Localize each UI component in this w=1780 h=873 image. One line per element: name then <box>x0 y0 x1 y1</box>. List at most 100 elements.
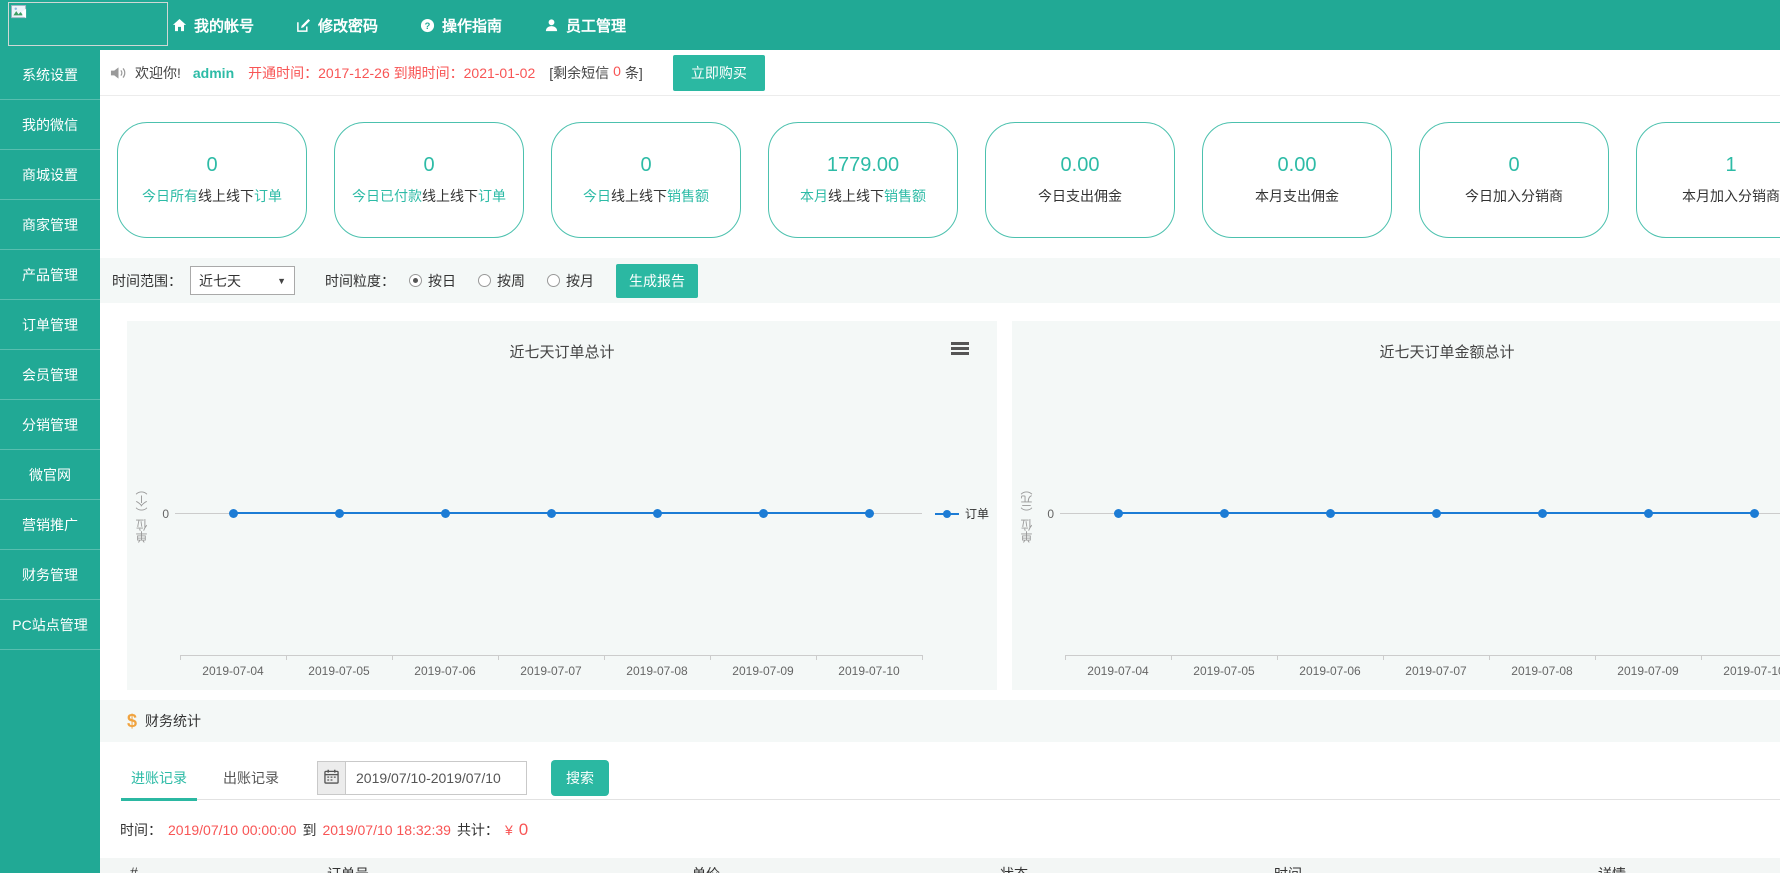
sidebar-item-marketing-promotion[interactable]: 营销推广 <box>0 500 100 550</box>
x-axis-label: 2019-07-06 <box>1299 664 1360 678</box>
buy-now-button[interactable]: 立即购买 <box>673 55 765 91</box>
data-point[interactable] <box>1220 509 1229 518</box>
sidebar-item-mall-settings[interactable]: 商城设置 <box>0 150 100 200</box>
granularity-option-2[interactable]: 按月 <box>547 271 594 291</box>
topnav-my-account[interactable]: 我的帐号 <box>172 15 254 36</box>
filter-bar: 时间范围： 近七天 ▼ 时间粒度： 按日按周按月 生成报告 <box>100 258 1780 303</box>
data-point[interactable] <box>1114 509 1123 518</box>
sidebar-item-system-settings[interactable]: 系统设置 <box>0 50 100 100</box>
stat-card-5[interactable]: 0.00本月支出佣金 <box>1202 122 1392 238</box>
chevron-down-icon: ▼ <box>277 276 286 286</box>
radio-icon[interactable] <box>478 274 491 287</box>
data-point[interactable] <box>865 509 874 518</box>
granularity-option-label: 按月 <box>566 271 594 291</box>
x-axis-tick <box>710 655 711 660</box>
stat-card-6[interactable]: 0今日加入分销商 <box>1419 122 1609 238</box>
chart-title: 近七天订单总计 <box>127 341 997 362</box>
chart-panel-orders: 近七天订单总计单位（个）02019-07-042019-07-052019-07… <box>127 321 997 690</box>
welcome-username: admin <box>193 65 234 81</box>
stat-card-3[interactable]: 1779.00本月线上线下销售额 <box>768 122 958 238</box>
date-range-input[interactable] <box>345 761 527 795</box>
stat-label-part: 订单 <box>478 188 506 204</box>
topbar: 我的帐号 修改密码 ?操作指南 员工管理 <box>0 0 1780 50</box>
data-point[interactable] <box>1644 509 1653 518</box>
x-axis-label: 2019-07-09 <box>732 664 793 678</box>
broken-image-icon <box>11 5 28 23</box>
stat-label: 今日加入分销商 <box>1465 186 1563 206</box>
stat-card-4[interactable]: 0.00今日支出佣金 <box>985 122 1175 238</box>
data-point[interactable] <box>1326 509 1335 518</box>
stat-label: 本月支出佣金 <box>1255 186 1339 206</box>
data-point[interactable] <box>229 509 238 518</box>
stat-card-0[interactable]: 0今日所有线上线下订单 <box>117 122 307 238</box>
sidebar-item-my-wechat[interactable]: 我的微信 <box>0 100 100 150</box>
table-header-5: 详情 <box>1598 864 1626 873</box>
logo[interactable] <box>8 2 168 46</box>
sidebar-item-finance-management[interactable]: 财务管理 <box>0 550 100 600</box>
x-axis-label: 2019-07-07 <box>1405 664 1466 678</box>
time-range-value: 近七天 <box>199 271 241 291</box>
users-icon <box>544 18 559 33</box>
x-axis-tick <box>1595 655 1596 660</box>
stat-card-7[interactable]: 1本月加入分销商 <box>1636 122 1780 238</box>
welcome-bar: 欢迎你! admin 开通时间：2017-12-26 到期时间：2021-01-… <box>100 50 1780 96</box>
y-axis-label: 单位（个） <box>133 483 150 543</box>
tab-expense-records[interactable]: 出账记录 <box>219 756 283 800</box>
search-button[interactable]: 搜索 <box>551 760 609 796</box>
stat-label: 今日已付款线上线下订单 <box>352 186 506 206</box>
currency-symbol: ¥ <box>505 822 513 838</box>
x-axis-tick <box>922 655 923 660</box>
sidebar-item-member-management[interactable]: 会员管理 <box>0 350 100 400</box>
sidebar-item-order-management[interactable]: 订单管理 <box>0 300 100 350</box>
data-point[interactable] <box>335 509 344 518</box>
sidebar-item-pc-site-management[interactable]: PC站点管理 <box>0 600 100 650</box>
time-range-select[interactable]: 近七天 ▼ <box>190 266 295 295</box>
data-point[interactable] <box>1538 509 1547 518</box>
data-point[interactable] <box>441 509 450 518</box>
home-icon <box>172 18 187 33</box>
sidebar-item-merchant-management[interactable]: 商家管理 <box>0 200 100 250</box>
main-content: 欢迎你! admin 开通时间：2017-12-26 到期时间：2021-01-… <box>100 50 1780 873</box>
time-range-label: 时间范围： <box>112 271 182 291</box>
granularity-option-1[interactable]: 按周 <box>478 271 525 291</box>
data-point[interactable] <box>1750 509 1759 518</box>
data-point[interactable] <box>1432 509 1441 518</box>
tab-income-records[interactable]: 进账记录 <box>127 756 191 800</box>
granularity-option-0[interactable]: 按日 <box>409 271 456 291</box>
table-header-4: 时间 <box>1274 864 1302 873</box>
time-from: 2019/07/10 00:00:00 <box>168 822 296 838</box>
stat-label-part: 本月加入分销商 <box>1682 188 1780 204</box>
sms-prefix: [剩余短信 <box>549 63 609 83</box>
chart-menu-icon[interactable] <box>951 342 969 355</box>
legend-marker <box>935 513 959 515</box>
sidebar-item-product-management[interactable]: 产品管理 <box>0 250 100 300</box>
data-point[interactable] <box>547 509 556 518</box>
stat-card-2[interactable]: 0今日线上线下销售额 <box>551 122 741 238</box>
stat-cards-row: 0今日所有线上线下订单0今日已付款线上线下订单0今日线上线下销售额1779.00… <box>100 96 1780 238</box>
legend-item[interactable]: 订单 <box>935 505 989 522</box>
x-axis-tick <box>1277 655 1278 660</box>
topnav-operation-guide[interactable]: ?操作指南 <box>420 15 502 36</box>
x-axis-label: 2019-07-08 <box>1511 664 1572 678</box>
granularity-option-label: 按日 <box>428 271 456 291</box>
stat-label-part: 线上线下 <box>198 188 254 204</box>
y-axis-tick-label: 0 <box>151 507 169 521</box>
stat-label-part: 今日已付款 <box>352 188 422 204</box>
generate-report-button[interactable]: 生成报告 <box>616 264 698 298</box>
topnav-label: 操作指南 <box>442 15 502 36</box>
sidebar-item-distribution-management[interactable]: 分销管理 <box>0 400 100 450</box>
x-axis-label: 2019-07-06 <box>414 664 475 678</box>
data-point[interactable] <box>653 509 662 518</box>
radio-selected-icon[interactable] <box>409 274 422 287</box>
legend-label: 订单 <box>965 505 989 522</box>
topnav-staff-management[interactable]: 员工管理 <box>544 15 626 36</box>
stat-label-part: 本月 <box>800 188 828 204</box>
data-point[interactable] <box>759 509 768 518</box>
sidebar-item-micro-site[interactable]: 微官网 <box>0 450 100 500</box>
topnav-change-password[interactable]: 修改密码 <box>296 15 378 36</box>
calendar-button[interactable] <box>317 761 345 795</box>
radio-icon[interactable] <box>547 274 560 287</box>
stat-label: 本月线上线下销售额 <box>800 186 926 206</box>
stat-card-1[interactable]: 0今日已付款线上线下订单 <box>334 122 524 238</box>
finance-time-summary: 时间： 2019/07/10 00:00:00 到 2019/07/10 18:… <box>100 818 1780 842</box>
